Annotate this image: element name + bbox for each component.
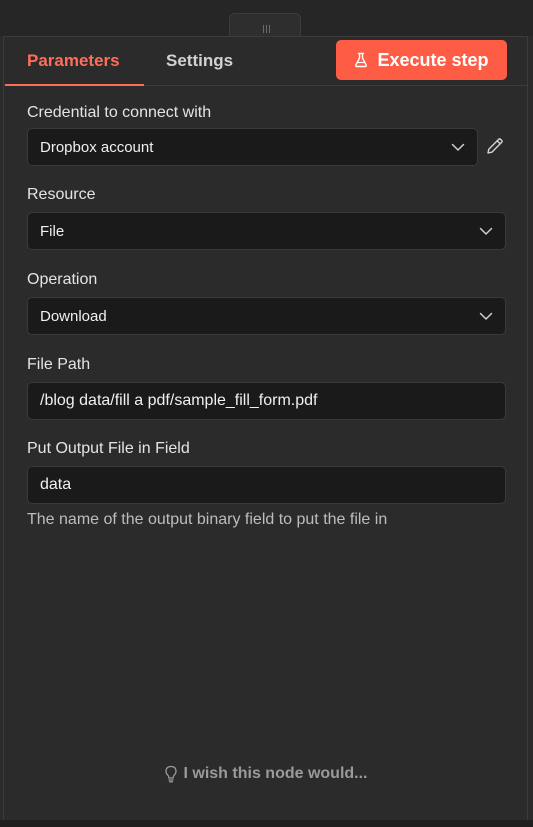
output-field-label: Put Output File in Field	[27, 440, 190, 457]
panel-drag-handle[interactable]	[229, 13, 301, 37]
file-path-value: /blog data/fill a pdf/sample_fill_form.p…	[40, 392, 318, 409]
chevron-down-icon	[451, 143, 465, 151]
node-details-window: Parameters Settings Execute step Credent…	[0, 0, 533, 827]
parameters-panel: Parameters Settings Execute step Credent…	[3, 36, 528, 820]
output-field-value: data	[40, 476, 72, 493]
output-field-hint: The name of the output binary field to p…	[27, 511, 388, 528]
execute-step-button[interactable]: Execute step	[336, 40, 507, 80]
feedback-label: I wish this node would...	[183, 765, 368, 782]
file-path-label: File Path	[27, 356, 91, 373]
tab-settings[interactable]: Settings	[166, 51, 233, 71]
active-tab-indicator	[5, 84, 144, 86]
tab-parameters[interactable]: Parameters	[27, 51, 120, 71]
resource-label: Resource	[27, 186, 96, 203]
operation-select[interactable]: Download	[27, 297, 506, 335]
feedback-link[interactable]: I wish this node would...	[4, 765, 527, 783]
operation-value: Download	[40, 307, 107, 325]
credential-label: Credential to connect with	[27, 104, 212, 121]
resource-select[interactable]: File	[27, 212, 506, 250]
resource-value: File	[40, 222, 65, 240]
credential-select[interactable]: Dropbox account	[27, 128, 478, 166]
operation-label: Operation	[27, 271, 98, 288]
flask-icon	[355, 52, 368, 68]
grip-icon	[263, 25, 270, 33]
output-field-input[interactable]: data	[27, 466, 506, 504]
credential-value: Dropbox account	[40, 138, 154, 156]
execute-step-label: Execute step	[377, 49, 489, 70]
bottom-bar	[0, 820, 533, 827]
chevron-down-icon	[479, 227, 493, 235]
file-path-input[interactable]: /blog data/fill a pdf/sample_fill_form.p…	[27, 382, 506, 420]
pencil-icon[interactable]	[485, 136, 505, 156]
tab-bar: Parameters Settings Execute step	[4, 37, 527, 86]
lightbulb-icon	[164, 765, 177, 783]
chevron-down-icon	[479, 312, 493, 320]
